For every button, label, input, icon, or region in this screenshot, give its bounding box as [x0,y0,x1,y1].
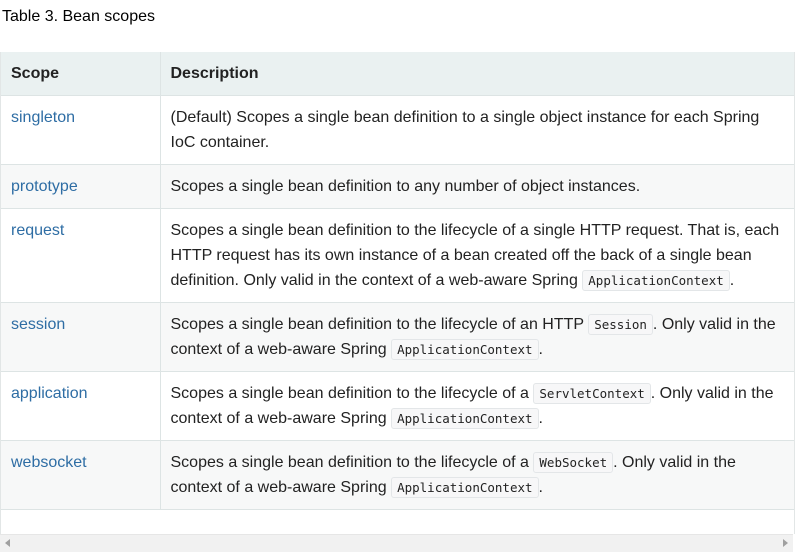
table-row: application Scopes a single bean definiti… [1,371,794,441]
scope-cell: websocket [1,440,161,510]
description-cell: Scopes a single bean definition to any n… [160,164,794,209]
scope-link[interactable]: session [11,316,65,333]
table-caption: Table 3. Bean scopes [2,8,155,25]
table-header-row: Scope Description [1,52,794,96]
table-body: singleton (Default) Scopes a single bean … [1,95,794,510]
description-text: Scopes a single bean definition to the l… [170,385,534,402]
description-text: Scopes a single bean definition to the l… [170,454,534,471]
code-literal: WebSocket [533,452,614,473]
code-literal: Session [588,314,653,335]
table-container: Scope Description singleton (Default) Sco… [0,52,795,534]
scope-cell: request [1,208,161,303]
description-cell: Scopes a single bean definition to the l… [160,440,794,510]
code-literal: ApplicationContext [391,339,539,360]
arrow-left-icon[interactable] [5,539,10,547]
table-row: session Scopes a single bean definition t… [1,302,794,372]
code-literal: ApplicationContext [391,477,539,498]
scope-link[interactable]: singleton [11,109,75,126]
description-cell: Scopes a single bean definition to the l… [160,371,794,441]
scope-link[interactable]: request [11,222,64,239]
description-text: Scopes a single bean definition to any n… [170,178,641,195]
arrow-right-icon[interactable] [783,539,788,547]
table-row: singleton (Default) Scopes a single bean … [1,95,794,165]
description-text: . [538,479,543,496]
code-literal: ApplicationContext [582,270,730,291]
description-text: . [538,410,543,427]
scope-cell: session [1,302,161,372]
header-scope: Scope [1,52,161,96]
scope-cell: singleton [1,95,161,165]
scope-link[interactable]: application [11,385,88,402]
code-literal: ApplicationContext [391,408,539,429]
page: Table 3. Bean scopes Scope Description s… [0,0,799,560]
scope-link[interactable]: websocket [11,454,87,471]
table-row: websocket Scopes a single bean definition… [1,440,794,510]
description-text: . [729,272,735,289]
bean-scopes-table: Scope Description singleton (Default) Sco… [1,52,794,510]
description-text: (Default) Scopes a single bean definitio… [170,109,760,151]
code-literal: ServletContext [533,383,651,404]
description-text: Scopes a single bean definition to the l… [170,316,589,333]
description-cell: Scopes a single bean definition to the l… [160,208,794,303]
header-description: Description [160,52,794,96]
horizontal-scrollbar[interactable] [0,534,793,552]
description-cell: Scopes a single bean definition to the l… [160,302,794,372]
description-cell: (Default) Scopes a single bean definitio… [160,95,794,165]
scope-link[interactable]: prototype [11,178,78,195]
table-row: request Scopes a single bean definition t… [1,208,794,303]
table-row: prototype Scopes a single bean definition… [1,164,794,209]
scope-cell: prototype [1,164,161,209]
scope-cell: application [1,371,161,441]
description-text: . [538,341,543,358]
